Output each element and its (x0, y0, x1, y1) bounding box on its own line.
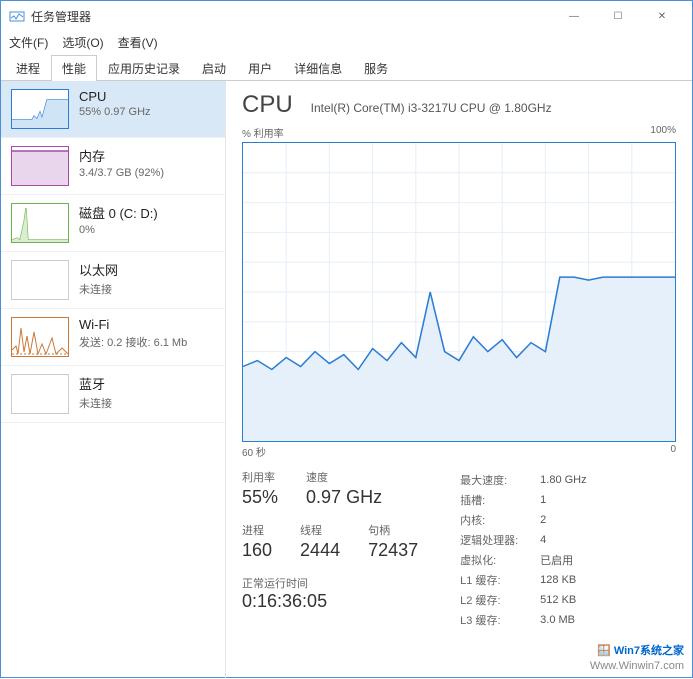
virt-label: 虚拟化: (460, 551, 538, 569)
window-title: 任务管理器 (31, 8, 552, 25)
sidebar-mem-text: 内存 3.4/3.7 GB (92%) (79, 146, 164, 186)
cores-value: 2 (540, 511, 586, 529)
watermark: 🪟 Win7系统之家 Www.Winwin7.com (590, 644, 684, 673)
sidebar-mem-name: 内存 (79, 146, 164, 165)
virt-value: 已启用 (540, 551, 586, 569)
sidebar-item-memory[interactable]: 内存 3.4/3.7 GB (92%) (1, 138, 225, 195)
cpu-chart (242, 142, 676, 442)
titlebar: 任务管理器 — ☐ ✕ (1, 1, 692, 31)
maxspeed-value: 1.80 GHz (540, 471, 586, 489)
cpu-details: 最大速度:1.80 GHz 插槽:1 内核:2 逻辑处理器:4 虚拟化:已启用 … (458, 469, 588, 631)
sidebar-item-bluetooth[interactable]: 蓝牙 未连接 (1, 366, 225, 423)
l2-label: L2 缓存: (460, 591, 538, 609)
main-subtitle: Intel(R) Core(TM) i3-3217U CPU @ 1.80GHz (311, 101, 552, 115)
sockets-label: 插槽: (460, 491, 538, 509)
tab-startup[interactable]: 启动 (191, 55, 237, 81)
cpu-thumb-icon (11, 89, 69, 129)
sidebar-wifi-name: Wi-Fi (79, 317, 187, 332)
tab-details[interactable]: 详细信息 (283, 55, 353, 81)
stats-row-1: 利用率 55% 速度 0.97 GHz (242, 469, 418, 508)
thread-value: 2444 (300, 540, 340, 561)
uptime-value: 0:16:36:05 (242, 591, 418, 612)
menu-file[interactable]: 文件(F) (9, 34, 48, 51)
handle-label: 句柄 (368, 522, 418, 538)
l2-value: 512 KB (540, 591, 586, 609)
minimize-button[interactable]: — (552, 1, 596, 31)
sidebar-cpu-stat: 55% 0.97 GHz (79, 106, 151, 118)
tab-performance[interactable]: 性能 (51, 55, 97, 81)
chart-ylabel: % 利用率 (242, 125, 284, 140)
sidebar-bt-name: 蓝牙 (79, 374, 112, 393)
maximize-button[interactable]: ☐ (596, 1, 640, 31)
maxspeed-label: 最大速度: (460, 471, 538, 489)
menu-options[interactable]: 选项(O) (62, 34, 103, 51)
tab-history[interactable]: 应用历史记录 (97, 55, 191, 81)
l1-label: L1 缓存: (460, 571, 538, 589)
wifi-thumb-icon (11, 317, 69, 357)
watermark-brand: Win7系统之家 (614, 645, 684, 657)
l1-value: 128 KB (540, 571, 586, 589)
memory-thumb-icon (11, 146, 69, 186)
watermark-url: Www.Winwin7.com (590, 659, 684, 673)
sidebar-cpu-name: CPU (79, 89, 151, 104)
watermark-logo-icon: 🪟 (597, 645, 611, 657)
sidebar-eth-stat: 未连接 (79, 281, 118, 297)
menubar: 文件(F) 选项(O) 查看(V) (1, 31, 692, 53)
chart-top-labels: % 利用率 100% (242, 125, 676, 140)
proc-label: 进程 (242, 522, 272, 538)
sidebar-item-disk[interactable]: 磁盘 0 (C: D:) 0% (1, 195, 225, 252)
sidebar-item-wifi[interactable]: Wi-Fi 发送: 0.2 接收: 6.1 Mb (1, 309, 225, 366)
proc-value: 160 (242, 540, 272, 561)
stats-row-2: 进程 160 线程 2444 句柄 72437 (242, 522, 418, 561)
sidebar-mem-stat: 3.4/3.7 GB (92%) (79, 167, 164, 179)
sockets-value: 1 (540, 491, 586, 509)
sidebar-eth-text: 以太网 未连接 (79, 260, 118, 300)
chart-xmin: 0 (670, 444, 676, 459)
chart-xmax: 60 秒 (242, 444, 266, 459)
speed-value: 0.97 GHz (306, 487, 382, 508)
tab-users[interactable]: 用户 (237, 55, 283, 81)
cores-label: 内核: (460, 511, 538, 529)
l3-value: 3.0 MB (540, 611, 586, 629)
main-header: CPU Intel(R) Core(TM) i3-3217U CPU @ 1.8… (242, 91, 676, 119)
main-panel: CPU Intel(R) Core(TM) i3-3217U CPU @ 1.8… (226, 81, 692, 679)
logical-value: 4 (540, 531, 586, 549)
sidebar-bt-stat: 未连接 (79, 395, 112, 411)
sidebar-disk-name: 磁盘 0 (C: D:) (79, 203, 158, 222)
uptime-label: 正常运行时间 (242, 575, 418, 591)
logical-label: 逻辑处理器: (460, 531, 538, 549)
sidebar-disk-text: 磁盘 0 (C: D:) 0% (79, 203, 158, 243)
menu-view[interactable]: 查看(V) (118, 34, 158, 51)
sidebar-cpu-text: CPU 55% 0.97 GHz (79, 89, 151, 129)
speed-label: 速度 (306, 469, 382, 485)
close-button[interactable]: ✕ (640, 1, 684, 31)
app-icon (9, 8, 25, 24)
util-label: 利用率 (242, 469, 278, 485)
tabbar: 进程 性能 应用历史记录 启动 用户 详细信息 服务 (1, 53, 692, 81)
sidebar-item-cpu[interactable]: CPU 55% 0.97 GHz (1, 81, 225, 138)
ethernet-thumb-icon (11, 260, 69, 300)
chart-ymax: 100% (650, 125, 676, 140)
sidebar-wifi-text: Wi-Fi 发送: 0.2 接收: 6.1 Mb (79, 317, 187, 357)
tab-processes[interactable]: 进程 (5, 55, 51, 81)
l3-label: L3 缓存: (460, 611, 538, 629)
thread-label: 线程 (300, 522, 340, 538)
sidebar-disk-stat: 0% (79, 224, 158, 236)
sidebar-bt-text: 蓝牙 未连接 (79, 374, 112, 414)
tab-services[interactable]: 服务 (353, 55, 399, 81)
sidebar-wifi-stat: 发送: 0.2 接收: 6.1 Mb (79, 334, 187, 350)
main-title: CPU (242, 91, 293, 119)
sidebar-eth-name: 以太网 (79, 260, 118, 279)
handle-value: 72437 (368, 540, 418, 561)
content: CPU 55% 0.97 GHz 内存 3.4/3.7 GB (92%) 磁盘 … (1, 81, 692, 679)
sidebar-item-ethernet[interactable]: 以太网 未连接 (1, 252, 225, 309)
sidebar: CPU 55% 0.97 GHz 内存 3.4/3.7 GB (92%) 磁盘 … (1, 81, 226, 679)
bluetooth-thumb-icon (11, 374, 69, 414)
chart-bottom-labels: 60 秒 0 (242, 444, 676, 459)
util-value: 55% (242, 487, 278, 508)
disk-thumb-icon (11, 203, 69, 243)
